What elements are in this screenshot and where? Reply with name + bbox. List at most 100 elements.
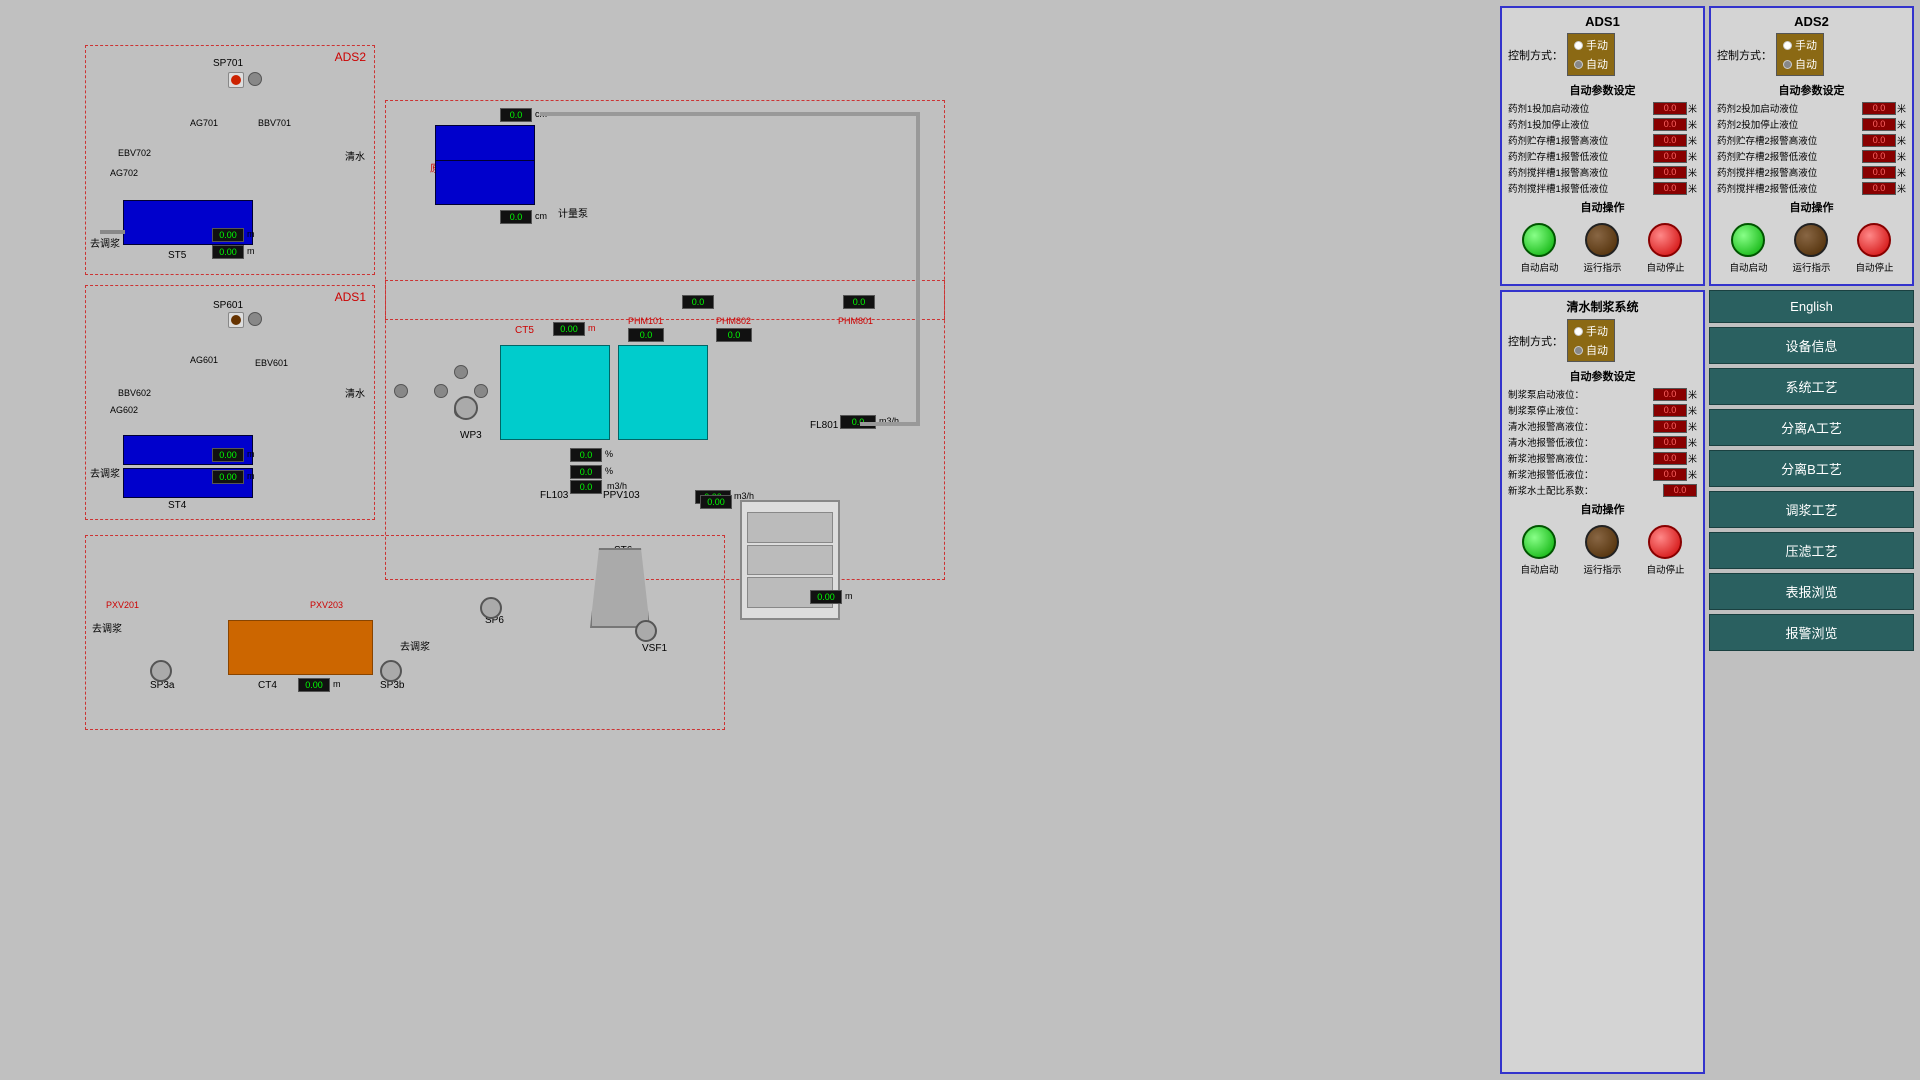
water-auto-radio[interactable] [1574,346,1583,355]
st5-label: ST5 [168,250,186,261]
water-param1-value[interactable]: 0.0 [1653,388,1687,401]
phm101-label: PHM101 [628,316,663,326]
water-title: 清水制浆系统 [1508,298,1697,315]
ads2-auto-radio[interactable] [1783,60,1792,69]
pipe-top-h [540,112,920,116]
water-stop-btn[interactable] [1648,525,1682,559]
water-param1-label: 制浆泵启动液位： [1508,387,1584,401]
english-button[interactable]: English [1709,290,1914,323]
upper-right-val2: 0.0 [843,295,875,309]
water-param2-value[interactable]: 0.0 [1653,404,1687,417]
water-param5-value[interactable]: 0.0 [1653,452,1687,465]
water-mode-label: 控制方式： [1508,333,1563,349]
water-auto-ops-title: 自动操作 [1508,501,1697,517]
sep-a-process-button[interactable]: 分离A工艺 [1709,409,1914,446]
ads1-mode-label: 控制方式： [1508,47,1563,63]
water-manual-radio[interactable] [1574,327,1583,336]
ads2-param3-value[interactable]: 0.0 [1862,134,1896,147]
wp3-pump[interactable] [454,396,478,420]
ads1-param5-value[interactable]: 0.0 [1653,166,1687,179]
ads2-param1-value[interactable]: 0.0 [1862,102,1896,115]
mix-process-button[interactable]: 调浆工艺 [1709,491,1914,528]
water-mode-buttons[interactable]: 手动 自动 [1567,319,1615,362]
ads1-start-btn[interactable] [1522,223,1556,257]
report-browse-button[interactable]: 表报浏览 [1709,573,1914,610]
fl103-label: FL103 [540,490,568,501]
ads2-param6-label: 药剂搅拌槽2报警低液位 [1717,181,1817,195]
ct4-tank [228,620,373,675]
sep-b-process-button[interactable]: 分离B工艺 [1709,450,1914,487]
ads2-param3-label: 药剂贮存槽2报警高液位 [1717,133,1817,147]
water-start-btn[interactable] [1522,525,1556,559]
vsf1-label: VSF1 [642,643,667,654]
valve4[interactable] [474,384,488,398]
dosing-pump-label: 计量泵 [558,205,588,220]
ads1-auto-radio[interactable] [1574,60,1583,69]
water-param7-value[interactable]: 0.0 [1663,484,1697,497]
ads1-run-btn[interactable] [1585,223,1619,257]
ads1-mode-buttons[interactable]: 手动 自动 [1567,33,1615,76]
ads1-control-panel: ADS1 控制方式： 手动 自动 自动参数设定 [1500,6,1705,286]
ads2-manual-radio[interactable] [1783,41,1792,50]
water-run-btn[interactable] [1585,525,1619,559]
ads2-auto-ops-title: 自动操作 [1717,199,1906,215]
valve5[interactable] [454,365,468,379]
ads2-run-btn[interactable] [1794,223,1828,257]
water-run-label: 运行指示 [1583,562,1621,576]
ads2-mode-buttons[interactable]: 手动 自动 [1776,33,1824,76]
flow-m3h: 0.0 [570,480,602,494]
cm-display-top: 0.0 [500,108,532,122]
water-param3-value[interactable]: 0.0 [1653,420,1687,433]
pipe-right-v [916,115,920,425]
ads2-param5-value[interactable]: 0.0 [1862,166,1896,179]
ads1-param4-value[interactable]: 0.0 [1653,150,1687,163]
ads2-param2-value[interactable]: 0.0 [1862,118,1896,131]
water-param6-value[interactable]: 0.0 [1653,468,1687,481]
ads1-param3-value[interactable]: 0.0 [1653,134,1687,147]
bbv701-label: BBV701 [258,118,291,128]
sp601-label: SP601 [213,300,243,311]
sp3b-device [380,660,402,682]
st6-hopper [590,548,650,628]
ads2-param1-label: 药剂2投加启动液位 [1717,101,1798,115]
ads1-param6-value[interactable]: 0.0 [1653,182,1687,195]
ads1-manual-label: 手动 [1586,37,1608,53]
water-auto-label: 自动 [1586,342,1608,358]
ads2-param4-label: 药剂贮存槽2报警低液位 [1717,149,1817,163]
sp601-indicator [231,315,241,325]
water-param7-label: 新浆水土配比系数： [1508,483,1594,497]
water-param5-label: 新浆池报警高液位： [1508,451,1594,465]
alarm-browse-button[interactable]: 报警浏览 [1709,614,1914,651]
valve2[interactable] [434,384,448,398]
ads1-subsystem-label: ADS1 [335,290,366,304]
ads1-param2-value[interactable]: 0.0 [1653,118,1687,131]
filter-process-button[interactable]: 压滤工艺 [1709,532,1914,569]
ads1-param1-value[interactable]: 0.0 [1653,102,1687,115]
main-tank-right [618,345,708,440]
phm802-label: PHM802 [716,316,751,326]
sp601-circle [248,312,262,326]
sp6-device [480,597,502,619]
ads1-stop-btn[interactable] [1648,223,1682,257]
ads2-params-title: 自动参数设定 [1717,82,1906,98]
equipment-info-button[interactable]: 设备信息 [1709,327,1914,364]
sp701-circle [248,72,262,86]
ads2-param6-value[interactable]: 0.0 [1862,182,1896,195]
vsf1-device [635,620,657,642]
water-param2-label: 制浆泵停止液位： [1508,403,1584,417]
pipe-h1 [100,230,125,234]
valve1[interactable] [394,384,408,398]
ads2-start-btn[interactable] [1731,223,1765,257]
clean-water-upper: 清水 [345,148,365,163]
system-process-button[interactable]: 系统工艺 [1709,368,1914,405]
water-param4-value[interactable]: 0.0 [1653,436,1687,449]
ads2-param4-value[interactable]: 0.0 [1862,150,1896,163]
ebv601-label: EBV601 [255,358,288,368]
ads2-manual-label: 手动 [1795,37,1817,53]
ag701-label: AG701 [190,118,218,128]
ct4-value: 0.00 [298,678,330,692]
st5-value1: 0.00 [212,228,244,242]
ads2-stop-btn[interactable] [1857,223,1891,257]
ads1-manual-radio[interactable] [1574,41,1583,50]
wp3-label: WP3 [460,430,482,441]
